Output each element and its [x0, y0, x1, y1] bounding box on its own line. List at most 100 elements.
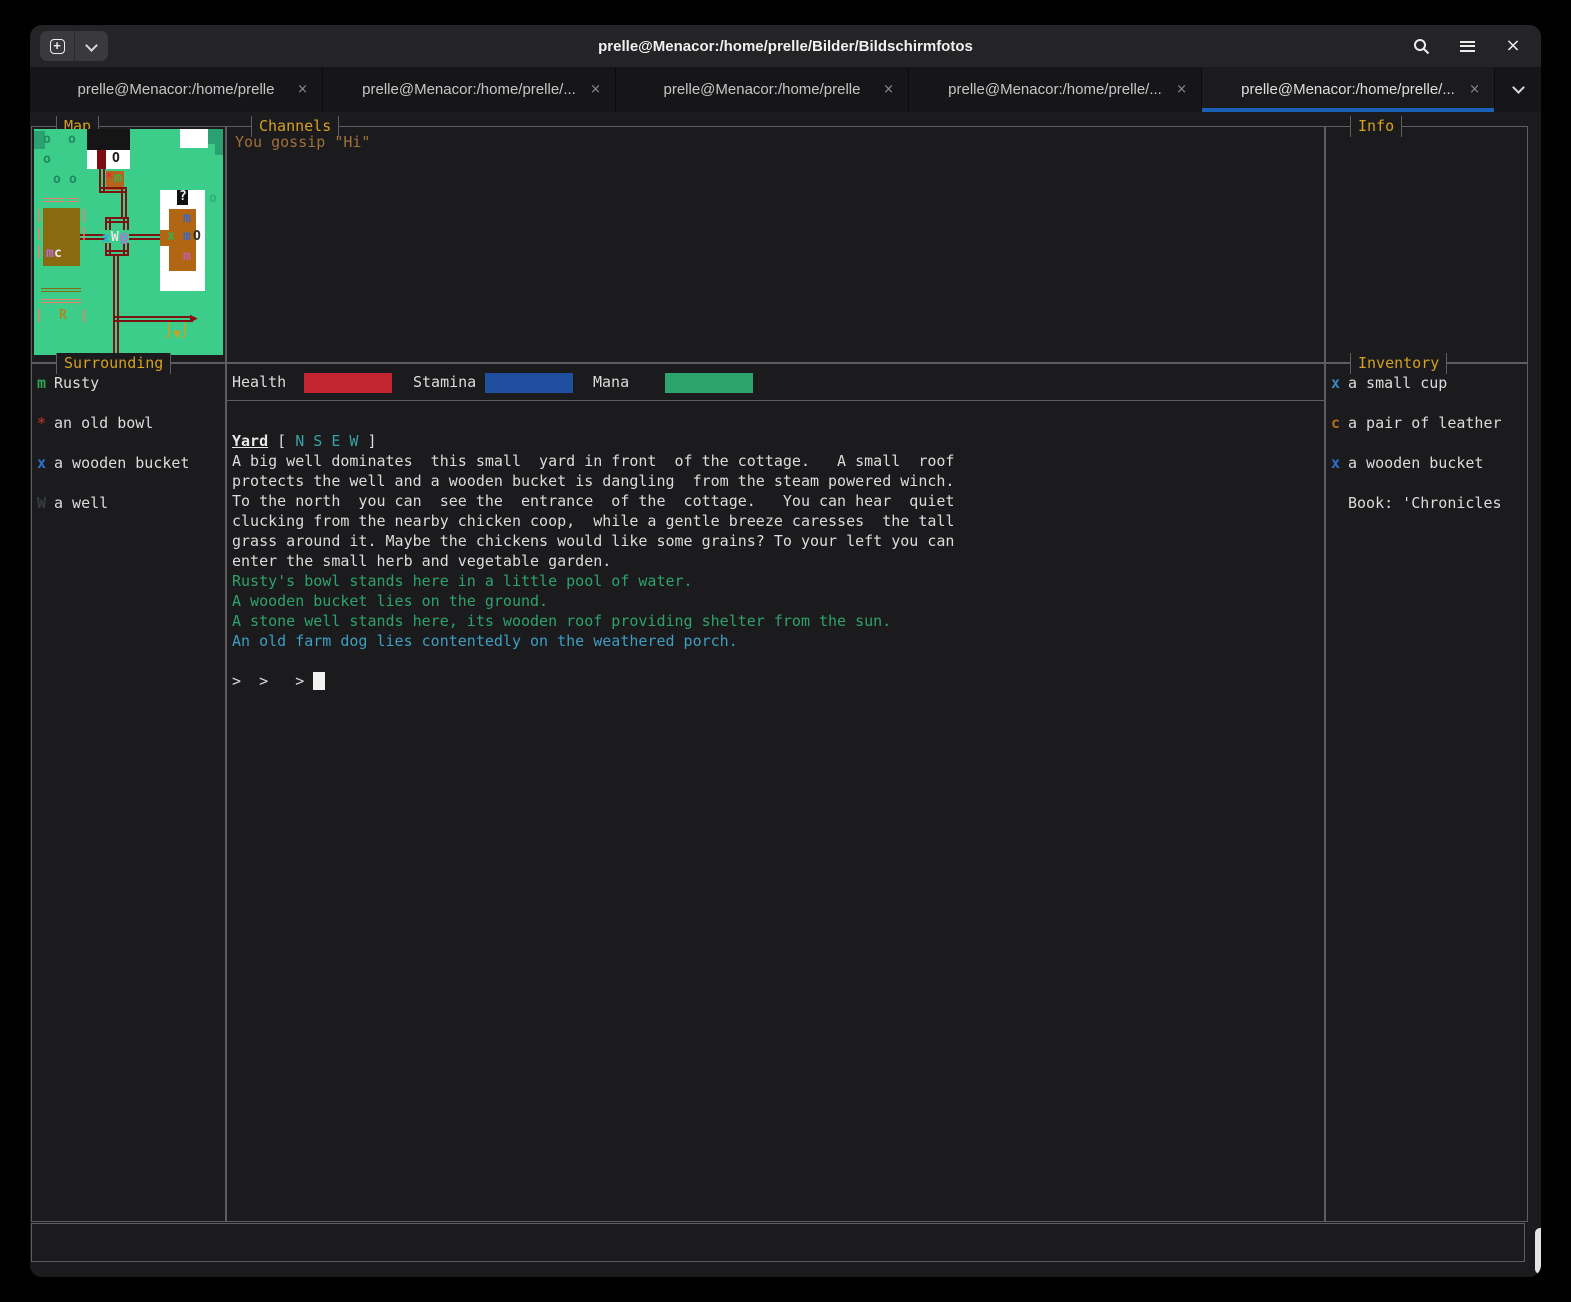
room-description-line: enter the small herb and vegetable garde… [232, 552, 612, 570]
tab-label: prelle@Menacor:/home/prelle/... [362, 81, 576, 98]
info-panel-title: Info [1350, 116, 1403, 137]
surrounding-item-label: a well [54, 494, 109, 512]
map-glyph: ⌡ [181, 324, 189, 339]
map-glyph: o [43, 132, 51, 147]
room-description-line: To the north you can see the entrance of… [232, 492, 955, 510]
tab-bar: prelle@Menacor:/home/prelle × prelle@Menac… [30, 67, 1541, 112]
tab-3[interactable]: prelle@Menacor:/home/prelle × [616, 67, 909, 112]
room-object-line: A wooden bucket lies on the ground. [232, 592, 549, 610]
tab-label: prelle@Menacor:/home/prelle/... [1241, 81, 1455, 98]
terminal-content[interactable]: Map o o o o o o O * m? m x m Om x W @ m c R | | | | | | | ⌡ ▼ ⌡ ▶ Cha… [30, 112, 1541, 1277]
tab-close-icon[interactable]: × [1176, 82, 1187, 97]
map-glyph: o [68, 132, 76, 147]
chevron-down-icon [85, 38, 98, 52]
map-glyph: m [183, 211, 191, 226]
search-icon [1413, 38, 1429, 54]
inventory-item: x a wooden bucket [1331, 454, 1483, 472]
map-glyph: W [111, 230, 119, 245]
surrounding-item-label: Rusty [54, 374, 100, 392]
new-tab-button[interactable]: + [40, 31, 74, 61]
mana-bar [665, 373, 753, 393]
inventory-item: c a pair of leather [1331, 414, 1502, 432]
tab-5[interactable]: prelle@Menacor:/home/prelle/... × [1202, 67, 1495, 112]
new-tab-button-group: + [40, 31, 108, 61]
map-glyph: o [69, 172, 77, 187]
map-glyph: ? [179, 189, 187, 204]
map-glyph: o [53, 172, 61, 187]
map-glyph: O [112, 151, 120, 166]
map-glyph: ▼ [173, 327, 181, 342]
window-title: prelle@Menacor:/home/prelle/Bilder/Bilds… [598, 37, 973, 55]
info-panel: Info [1325, 116, 1528, 363]
map-area [87, 150, 130, 169]
map-glyph: m [183, 229, 191, 244]
inventory-item: x a small cup [1331, 374, 1447, 392]
terminal-window: + prelle@Menacor:/home/prelle/Bilder/Bil… [30, 25, 1541, 1277]
map-glyph: x [102, 231, 110, 246]
channel-message: You gossip "Hi" [235, 133, 371, 151]
tab-close-icon[interactable]: × [590, 82, 601, 97]
map-glyph: ▶ [190, 311, 198, 326]
mana-label: Mana [593, 373, 630, 391]
surrounding-item: Wa well [37, 494, 108, 512]
surrounding-item-sigil: m [37, 374, 47, 392]
map-panel: Map o o o o o o O * m? m x m Om x W @ m c R | | | | | | | ⌡ ▼ ⌡ ▶ [31, 116, 226, 363]
map-glyph: | [80, 208, 88, 223]
room-description-line: grass around it. Maybe the chickens woul… [232, 532, 955, 550]
map-glyph: ⌡ [165, 324, 173, 339]
inventory-item-sigil: x [1331, 454, 1341, 472]
stats-row: Health Stamina Mana [227, 364, 1324, 401]
room-header-line: Yard [ N S E W ] [232, 432, 377, 450]
map-glyph: | [80, 226, 88, 241]
menu-button[interactable] [1451, 31, 1483, 61]
inventory-item-label: a small cup [1348, 374, 1448, 392]
scrollbar-thumb[interactable] [1535, 1228, 1541, 1274]
map-road [113, 256, 119, 355]
map-area [87, 129, 130, 150]
command-input-box[interactable] [31, 1223, 1525, 1262]
map-area [180, 129, 208, 148]
ascii-map: o o o o o o O * m? m x m Om x W @ m c R | | | | | | | ⌡ ▼ ⌡ ▶ [34, 129, 223, 355]
tab-1[interactable]: prelle@Menacor:/home/prelle × [30, 67, 323, 112]
new-tab-menu-button[interactable] [74, 31, 108, 61]
inventory-item-sigil: x [1331, 374, 1341, 392]
room-object-line: Rusty's bowl stands here in a little poo… [232, 572, 693, 590]
map-glyph: @ [120, 231, 128, 246]
tab-close-icon[interactable]: × [883, 82, 894, 97]
surrounding-panel: Surrounding m Rusty * an old bowl x a wooden … [31, 353, 226, 1222]
tab-label: prelle@Menacor:/home/prelle [663, 81, 861, 98]
tab-4[interactable]: prelle@Menacor:/home/prelle/... × [909, 67, 1202, 112]
surrounding-item-label: a wooden bucket [54, 454, 190, 472]
map-glyph: O [193, 229, 201, 244]
stamina-bar [485, 373, 573, 393]
exit-w: W [349, 432, 359, 450]
exit-s: S [313, 432, 323, 450]
map-glyph: R [59, 308, 67, 323]
close-window-button[interactable]: × [1497, 31, 1529, 61]
hamburger-icon [1459, 40, 1475, 52]
room-description-line: protects the well and a wooden bucket is… [232, 472, 955, 490]
tab-2[interactable]: prelle@Menacor:/home/prelle/... × [323, 67, 616, 112]
map-marker-line [41, 288, 81, 292]
map-marker-line [67, 198, 79, 202]
map-glyph: m [46, 246, 54, 261]
tab-close-icon[interactable]: × [297, 82, 308, 97]
inventory-panel-title: Inventory [1350, 353, 1448, 374]
surrounding-item: * an old bowl [37, 414, 153, 432]
map-glyph: | [80, 308, 88, 323]
map-glyph: | [35, 226, 43, 241]
surrounding-item-sigil: x [37, 454, 47, 472]
map-glyph: m [183, 249, 191, 264]
map-glyph: o [43, 152, 51, 167]
search-button[interactable] [1405, 31, 1437, 61]
tab-overflow-button[interactable] [1495, 67, 1541, 112]
surrounding-item: x a wooden bucket [37, 454, 189, 472]
room-output: Yard [ N S E W ] A big well dominates thi… [232, 431, 954, 691]
surrounding-item: m Rusty [37, 374, 99, 392]
map-area [97, 150, 106, 169]
inventory-item-sigil: c [1331, 414, 1341, 432]
room-object-line: An old farm dog lies contentedly on the … [232, 632, 738, 650]
tab-close-icon[interactable]: × [1469, 82, 1480, 97]
map-glyph: | [35, 308, 43, 323]
